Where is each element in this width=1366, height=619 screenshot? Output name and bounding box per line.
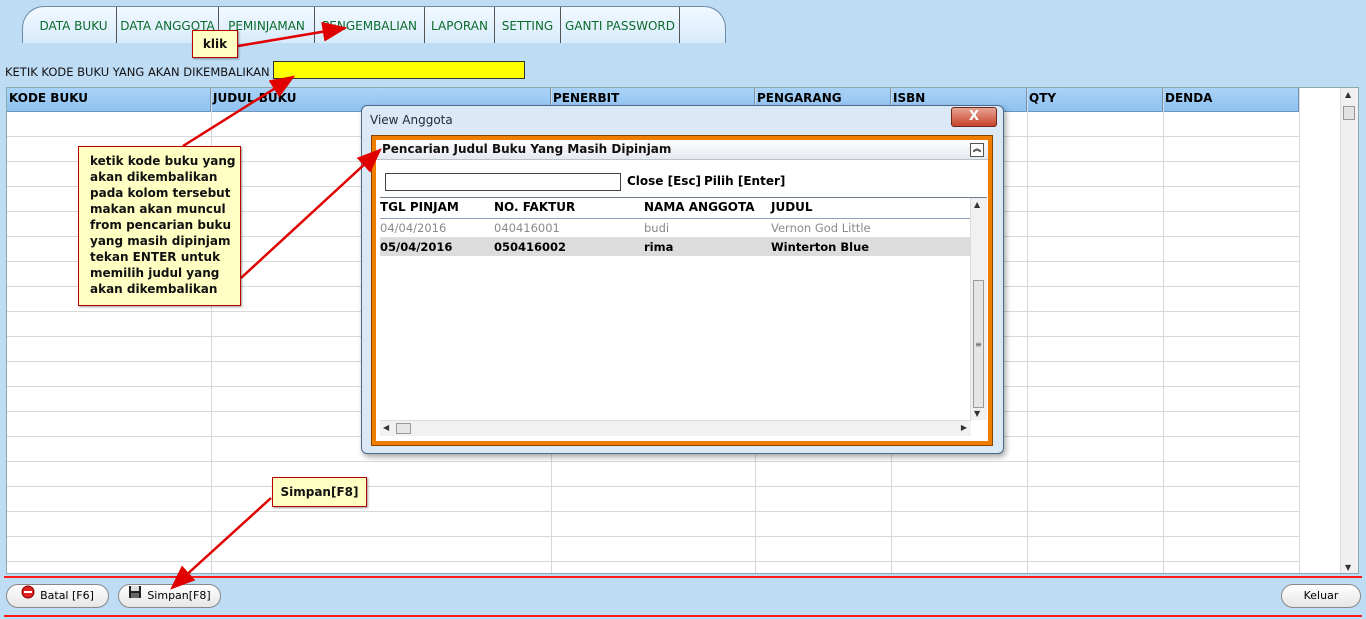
- close-icon: X: [968, 109, 980, 124]
- list-row[interactable]: 04/04/2016 040416001 budi Vernon God Lit…: [380, 219, 971, 238]
- grid-row-line: [7, 486, 1299, 487]
- main-tab-bar: DATA BUKU DATA ANGGOTA PEMINJAMAN PENGEM…: [22, 6, 726, 43]
- kode-buku-input[interactable]: [273, 61, 525, 79]
- scroll-up-icon[interactable]: ▲: [1345, 90, 1351, 99]
- callout-klik: klik: [192, 30, 238, 58]
- dialog-orange-frame: Pencarian Judul Buku Yang Masih Dipinjam…: [371, 135, 993, 446]
- search-panel-header: Pencarian Judul Buku Yang Masih Dipinjam…: [376, 140, 988, 160]
- row-faktur: 040416001: [494, 221, 560, 235]
- batal-label: Batal [F6]: [40, 589, 94, 602]
- callout-line: yang masih dipinjam: [90, 234, 231, 248]
- row-nama: budi: [644, 221, 670, 235]
- row-judul: Winterton Blue: [771, 240, 870, 254]
- scroll-down-icon[interactable]: ▼: [974, 409, 980, 418]
- grid-row-line: [7, 461, 1299, 462]
- scroll-up-icon[interactable]: ▲: [974, 200, 980, 209]
- col-judul[interactable]: JUDUL: [771, 200, 813, 214]
- callout-instructions: ketik kode buku yang akan dikembalikan p…: [78, 146, 241, 306]
- col-nama-anggota[interactable]: NAMA ANGGOTA: [644, 200, 755, 214]
- scroll-left-icon[interactable]: ◀: [383, 423, 389, 432]
- callout-line: memilih judul yang: [90, 266, 220, 280]
- tab-pengembalian[interactable]: PENGEMBALIAN: [315, 7, 425, 43]
- tab-laporan[interactable]: LAPORAN: [425, 7, 495, 43]
- grid-row-line: [7, 561, 1299, 562]
- col-qty[interactable]: QTY: [1027, 88, 1163, 111]
- col-no-faktur[interactable]: NO. FAKTUR: [494, 200, 575, 214]
- keluar-button[interactable]: Keluar: [1281, 584, 1361, 608]
- callout-line: akan dikembalikan: [90, 282, 218, 296]
- row-nama: rima: [644, 240, 674, 254]
- tab-data-buku[interactable]: DATA BUKU: [31, 7, 117, 43]
- col-tgl-pinjam[interactable]: TGL PINJAM: [380, 200, 459, 214]
- list-header: TGL PINJAM NO. FAKTUR NAMA ANGGOTA JUDUL: [380, 198, 971, 219]
- dialog-content: Pencarian Judul Buku Yang Masih Dipinjam…: [376, 140, 988, 441]
- col-denda[interactable]: DENDA: [1163, 88, 1299, 111]
- scroll-down-icon[interactable]: ▼: [1345, 563, 1351, 572]
- search-panel-title: Pencarian Judul Buku Yang Masih Dipinjam: [382, 142, 672, 156]
- row-tgl: 04/04/2016: [380, 221, 447, 235]
- bottom-separator-bottom: [4, 615, 1362, 617]
- row-faktur: 050416002: [494, 240, 567, 254]
- batal-button[interactable]: Batal [F6]: [6, 584, 109, 608]
- simpan-label: Simpan[F8]: [147, 589, 211, 602]
- bottom-separator-top: [4, 576, 1362, 578]
- tab-setting[interactable]: SETTING: [495, 7, 561, 43]
- cancel-icon: [21, 585, 35, 607]
- simpan-button[interactable]: Simpan[F8]: [118, 584, 221, 608]
- callout-line: tekan ENTER untuk: [90, 250, 221, 264]
- list-horizontal-scrollbar[interactable]: ◀ ▶: [380, 420, 971, 436]
- kode-buku-label: KETIK KODE BUKU YANG AKAN DIKEMBALIKAN: [5, 65, 270, 79]
- borrowed-books-list[interactable]: TGL PINJAM NO. FAKTUR NAMA ANGGOTA JUDUL…: [380, 197, 987, 436]
- col-kode-buku[interactable]: KODE BUKU: [7, 88, 211, 111]
- dialog-search-input[interactable]: [385, 173, 621, 191]
- list-hscroll-thumb[interactable]: [396, 423, 411, 434]
- dialog-close-button[interactable]: X: [951, 107, 997, 127]
- grid-row-line: [7, 536, 1299, 537]
- grid-column-line: [1299, 88, 1300, 573]
- list-vertical-scrollbar[interactable]: ▲ ≡ ▼: [970, 198, 987, 420]
- row-judul: Vernon God Little: [771, 221, 871, 235]
- floppy-disk-icon: [128, 585, 142, 607]
- collapse-icon[interactable]: ︽: [970, 143, 984, 157]
- close-hint: Close [Esc]: [627, 174, 702, 188]
- list-scroll-thumb[interactable]: ≡: [973, 280, 984, 408]
- dialog-title: View Anggota: [370, 113, 453, 127]
- callout-line: makan akan muncul: [90, 202, 226, 216]
- scroll-thumb[interactable]: [1343, 106, 1355, 120]
- callout-line: from pencarian buku: [90, 218, 232, 232]
- grid-row-line: [7, 511, 1299, 512]
- view-anggota-dialog: View Anggota X Pencarian Judul Buku Yang…: [361, 105, 1004, 454]
- callout-line: akan dikembalikan: [90, 170, 218, 184]
- pick-hint: Pilih [Enter]: [704, 174, 786, 188]
- row-tgl: 05/04/2016: [380, 240, 453, 254]
- tab-ganti-password[interactable]: GANTI PASSWORD: [561, 7, 680, 43]
- callout-simpan: Simpan[F8]: [272, 477, 367, 507]
- callout-line: pada kolom tersebut: [90, 186, 231, 200]
- callout-line: ketik kode buku yang: [90, 154, 236, 168]
- grid-vertical-scrollbar[interactable]: ▲ ▼: [1340, 88, 1358, 573]
- list-row-selected[interactable]: 05/04/2016 050416002 rima Winterton Blue: [380, 238, 971, 256]
- scroll-right-icon[interactable]: ▶: [961, 423, 967, 432]
